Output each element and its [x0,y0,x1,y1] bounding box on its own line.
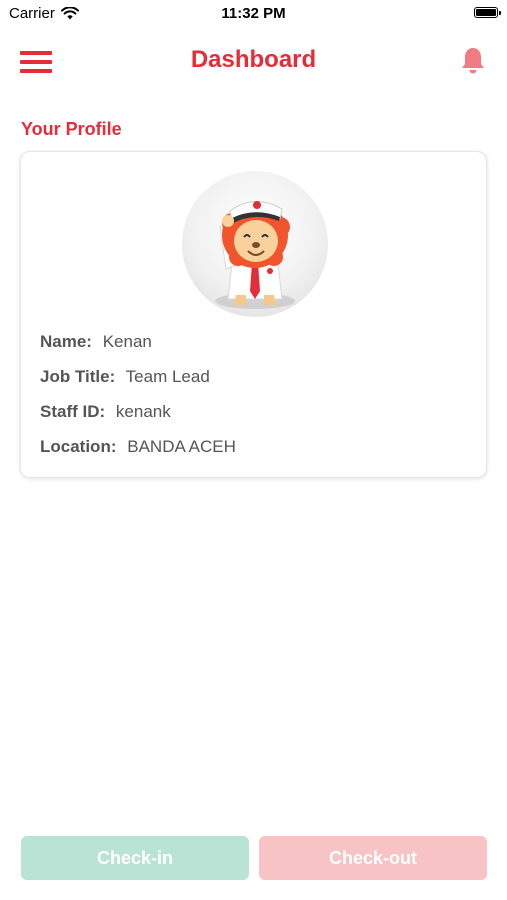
staff-id-label: Staff ID: [40,402,106,421]
job-title-value: Team Lead [125,367,210,386]
location-value: BANDA ACEH [127,437,236,456]
check-out-button[interactable]: Check-out [259,836,487,880]
section-title-profile: Your Profile [21,119,122,139]
battery-icon [474,7,501,18]
name-label: Name: [40,332,92,351]
page-title: Dashboard [190,46,317,73]
profile-location-row: Location: BANDA ACEH [40,437,236,457]
location-label: Location: [40,437,117,456]
clock: 11:32 PM [221,5,286,22]
status-bar: Carrier 11:32 PM [0,0,507,30]
profile-job-title-row: Job Title: Team Lead [40,367,210,387]
navigation-bar: Dashboard [0,40,507,84]
job-title-label: Job Title: [40,367,116,386]
name-value: Kenan [102,332,152,351]
profile-card: Name: Kenan Job Title: Team Lead Staff I… [20,151,487,478]
profile-staff-id-row: Staff ID: kenank [40,402,171,422]
avatar-lion-icon [215,201,295,309]
avatar [182,171,328,317]
check-in-button[interactable]: Check-in [21,836,249,880]
bell-icon[interactable] [460,46,486,76]
staff-id-value: kenank [115,402,171,421]
profile-name-row: Name: Kenan [40,332,152,352]
